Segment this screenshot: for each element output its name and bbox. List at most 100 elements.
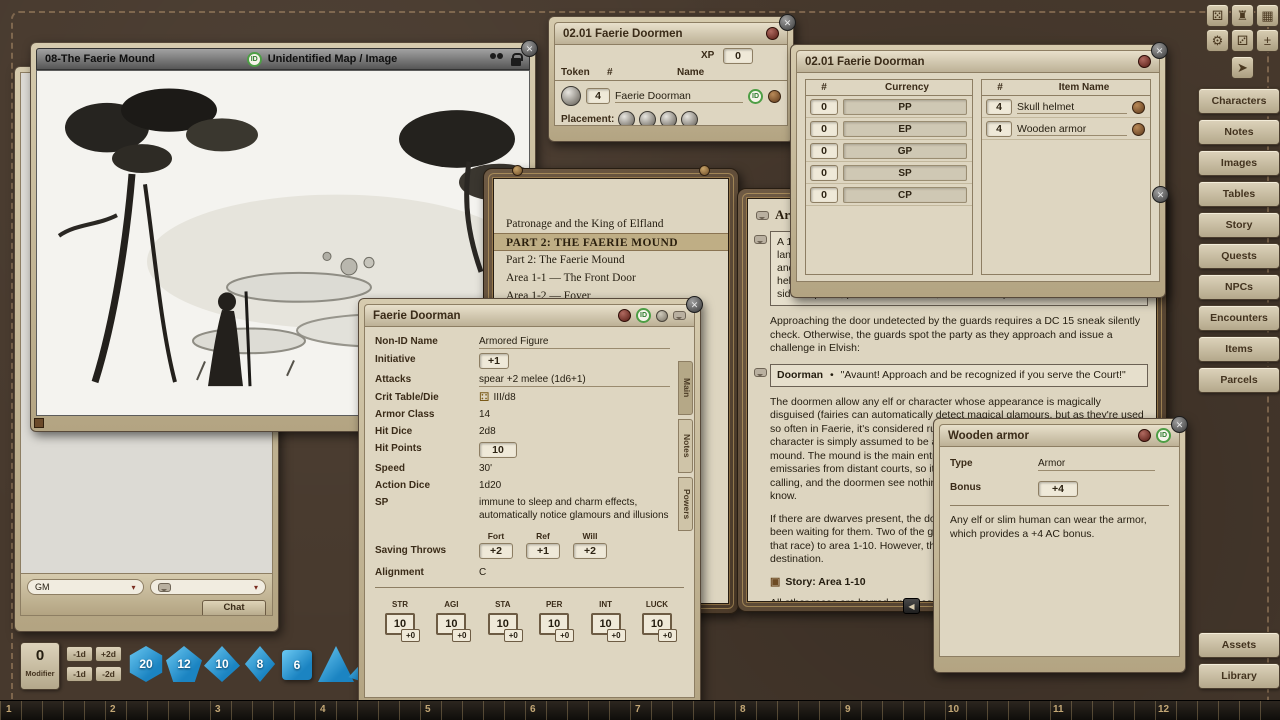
currency-name[interactable]: PP <box>843 99 967 115</box>
item-name-field[interactable]: Wooden armor <box>1017 123 1127 136</box>
close-icon[interactable]: ✕ <box>1171 416 1188 433</box>
hotbar-slot[interactable]: 3 <box>215 704 221 715</box>
encounter-titlebar[interactable]: 02.01 Faerie Doormen <box>554 22 788 44</box>
close-icon[interactable]: ✕ <box>1152 186 1169 203</box>
hotbar-slot[interactable]: 11 <box>1053 704 1064 715</box>
lock-icon[interactable] <box>618 309 631 322</box>
id-badge[interactable]: ID <box>1156 428 1171 443</box>
currency-amount-field[interactable]: 0 <box>810 143 838 159</box>
item-type-field[interactable]: Armor <box>1038 457 1155 471</box>
currency-amount-field[interactable]: 0 <box>810 121 838 137</box>
dice-tower-icon[interactable]: ♜ <box>1231 4 1254 27</box>
resize-handle[interactable] <box>34 418 44 428</box>
hit-points-field[interactable]: 10 <box>479 442 517 458</box>
sidebar-item-npcs[interactable]: NPCs <box>1198 274 1280 300</box>
modifier-stack[interactable]: 0 Modifier <box>20 642 60 690</box>
npc-count-field[interactable]: 4 <box>586 88 610 104</box>
dice-tray-icon[interactable]: ⚄ <box>1206 4 1229 27</box>
item-titlebar[interactable]: Wooden armor ID <box>939 424 1180 446</box>
sidebar-item-encounters[interactable]: Encounters <box>1198 305 1280 331</box>
story-link-item-active[interactable]: PART 2: THE FAERIE MOUND <box>494 233 728 251</box>
nonid-name-field[interactable]: Armored Figure <box>479 335 670 349</box>
chat-emote-dropdown[interactable]: ▾ <box>150 579 267 595</box>
hotbar-slot[interactable]: 12 <box>1158 704 1169 715</box>
chat-tab[interactable]: Chat <box>202 600 266 615</box>
alignment-field[interactable]: C <box>479 566 670 579</box>
close-icon[interactable]: ✕ <box>1151 42 1168 59</box>
placement-token[interactable] <box>660 111 677 126</box>
ability-stamina[interactable]: STA 10 +0 <box>480 594 526 635</box>
close-icon[interactable]: ✕ <box>521 40 538 57</box>
hotbar-slot[interactable]: 8 <box>740 704 746 715</box>
sidebar-item-assets[interactable]: Assets <box>1198 632 1280 658</box>
sidebar-item-parcels[interactable]: Parcels <box>1198 367 1280 393</box>
currency-name[interactable]: SP <box>843 165 967 181</box>
item-link-icon[interactable] <box>1132 101 1145 114</box>
dice-d8[interactable]: 8 <box>242 646 278 682</box>
dice-d6[interactable]: 6 <box>282 650 312 680</box>
currency-name[interactable]: CP <box>843 187 967 203</box>
speed-field[interactable]: 30' <box>479 462 670 475</box>
placement-token[interactable] <box>618 111 635 126</box>
close-icon[interactable]: ✕ <box>779 14 796 31</box>
npc-name-field[interactable]: Faerie Doorman <box>615 90 743 103</box>
npc-window[interactable]: Faerie Doorman ID Non-ID NameArmored Fig… <box>358 298 701 714</box>
hotbar-slot[interactable]: 9 <box>845 704 851 715</box>
sidebar-item-notes[interactable]: Notes <box>1198 119 1280 145</box>
npc-titlebar[interactable]: Faerie Doorman ID <box>364 304 695 326</box>
id-badge[interactable]: ID <box>636 308 651 323</box>
item-link-icon[interactable] <box>1132 123 1145 136</box>
hotbar-slot[interactable]: 1 <box>6 704 12 715</box>
item-window[interactable]: Wooden armor ID TypeArmor Bonus+4 Any el… <box>933 418 1186 673</box>
sidebar-item-library[interactable]: Library <box>1198 663 1280 689</box>
pointer-icon[interactable]: ➤ <box>1231 56 1254 79</box>
player-vision-icon[interactable] <box>489 53 505 65</box>
fort-save-field[interactable]: +2 <box>479 543 513 559</box>
dice-chain-plus-button[interactable]: +2d <box>95 646 122 662</box>
sidebar-item-tables[interactable]: Tables <box>1198 181 1280 207</box>
hotbar-slot[interactable]: 2 <box>110 704 116 715</box>
tab-powers[interactable]: Powers <box>678 477 693 531</box>
modifier-icon[interactable]: ± <box>1256 29 1279 52</box>
armor-class-field[interactable]: 14 <box>479 408 670 421</box>
hotbar-slot[interactable]: 5 <box>425 704 431 715</box>
nav-back-button[interactable]: ◀ <box>903 598 920 614</box>
lock-icon[interactable] <box>766 27 779 40</box>
xp-field[interactable]: 0 <box>723 48 753 64</box>
hotbar-slot[interactable]: 4 <box>320 704 326 715</box>
id-badge[interactable]: ID <box>748 89 763 104</box>
hotbar[interactable]: 1 2 3 4 5 6 7 8 9 10 11 12 <box>0 700 1280 720</box>
action-dice-field[interactable]: 1d20 <box>479 479 670 492</box>
ability-luck[interactable]: LUCK 10 +0 <box>634 594 680 635</box>
dice-chain-minus-button[interactable]: -1d <box>66 646 93 662</box>
currency-amount-field[interactable]: 0 <box>810 99 838 115</box>
close-icon[interactable]: ✕ <box>686 296 703 313</box>
dice-d12[interactable]: 12 <box>166 646 202 682</box>
encounter-window[interactable]: 02.01 Faerie Doormen XP 0 Token # Name 4… <box>548 16 794 142</box>
currency-name[interactable]: GP <box>843 143 967 159</box>
will-save-field[interactable]: +2 <box>573 543 607 559</box>
initiative-field[interactable]: +1 <box>479 353 509 369</box>
currency-amount-field[interactable]: 0 <box>810 165 838 181</box>
chat-identity-dropdown[interactable]: GM ▾ <box>27 579 144 595</box>
story-link-item[interactable]: Area 1-1 — The Front Door <box>494 269 728 287</box>
delete-icon[interactable] <box>768 90 781 103</box>
hotbar-slot[interactable]: 6 <box>530 704 536 715</box>
lock-icon[interactable] <box>511 58 521 66</box>
sidebar-item-images[interactable]: Images <box>1198 150 1280 176</box>
placement-token[interactable] <box>681 111 698 126</box>
hotbar-slot[interactable]: 10 <box>948 704 959 715</box>
sidebar-item-items[interactable]: Items <box>1198 336 1280 362</box>
sidebar-item-quests[interactable]: Quests <box>1198 243 1280 269</box>
story-link-item[interactable]: Patronage and the King of Elfland <box>494 215 728 233</box>
ability-personality[interactable]: PER 10 +0 <box>531 594 577 635</box>
dice-chain-plus2-button[interactable]: -2d <box>95 666 122 682</box>
speech-bubble-icon[interactable] <box>673 311 686 320</box>
ability-agility[interactable]: AGI 10 +0 <box>428 594 474 635</box>
id-badge[interactable]: ID <box>247 52 262 67</box>
story-link-item[interactable]: Part 2: The Faerie Mound <box>494 251 728 269</box>
ability-intelligence[interactable]: INT 10 +0 <box>583 594 629 635</box>
map-titlebar[interactable]: 08-The Faerie Mound ID Unidentified Map … <box>36 48 530 70</box>
tab-notes[interactable]: Notes <box>678 419 693 473</box>
attacks-field[interactable]: spear +2 melee (1d6+1) <box>479 373 670 387</box>
